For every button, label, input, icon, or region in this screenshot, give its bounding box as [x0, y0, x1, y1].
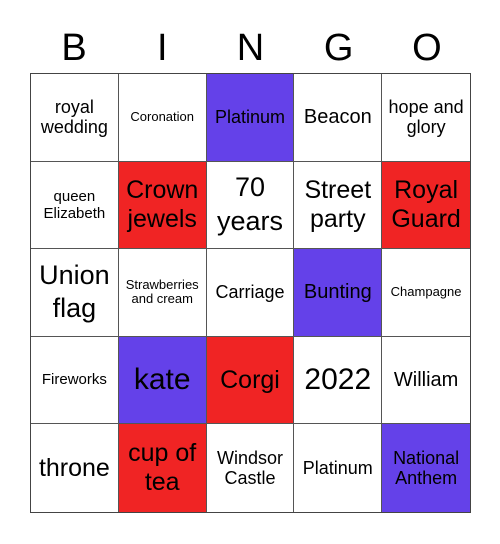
bingo-card-grid: royal wedding Coronation Platinum Beacon…	[30, 73, 471, 513]
bingo-cell[interactable]: Strawberries and cream	[118, 249, 207, 337]
bingo-cell[interactable]: Royal Guard	[382, 161, 470, 250]
bingo-cell[interactable]: Coronation	[118, 74, 207, 162]
bingo-cell[interactable]: hope and glory	[382, 74, 470, 162]
bingo-cell[interactable]: Crown jewels	[118, 161, 207, 250]
bingo-cell[interactable]: Bunting	[294, 249, 383, 337]
header-letter-g: G	[323, 27, 354, 69]
bingo-cell[interactable]: 70 years	[206, 161, 295, 250]
bingo-header: B I N G O	[30, 24, 471, 73]
header-letter-n: N	[236, 27, 265, 69]
header-letter-i: I	[157, 27, 168, 69]
header-letter-b: B	[61, 27, 87, 69]
bingo-cell[interactable]: Windsor Castle	[206, 424, 295, 512]
bingo-cell[interactable]: National Anthem	[382, 424, 470, 512]
bingo-cell[interactable]: 2022	[294, 336, 383, 425]
bingo-cell[interactable]: Corgi	[206, 336, 295, 425]
bingo-cell[interactable]: Platinum	[294, 424, 383, 512]
bingo-cell[interactable]: Beacon	[294, 74, 383, 162]
header-letter-o: O	[412, 27, 442, 69]
bingo-cell[interactable]: royal wedding	[31, 74, 119, 162]
bingo-cell[interactable]: throne	[31, 424, 119, 512]
bingo-cell[interactable]: Union flag	[31, 249, 119, 337]
bingo-cell[interactable]: Champagne	[382, 249, 470, 337]
bingo-cell[interactable]: William	[382, 336, 470, 425]
bingo-cell[interactable]: Platinum	[206, 74, 295, 162]
bingo-cell[interactable]: cup of tea	[118, 424, 207, 512]
bingo-cell[interactable]: Fireworks	[31, 336, 119, 425]
bingo-cell[interactable]: kate	[118, 336, 207, 425]
bingo-cell[interactable]: Street party	[294, 161, 383, 250]
bingo-cell[interactable]: Carriage	[206, 249, 295, 337]
bingo-cell[interactable]: queen Elizabeth	[31, 161, 119, 250]
